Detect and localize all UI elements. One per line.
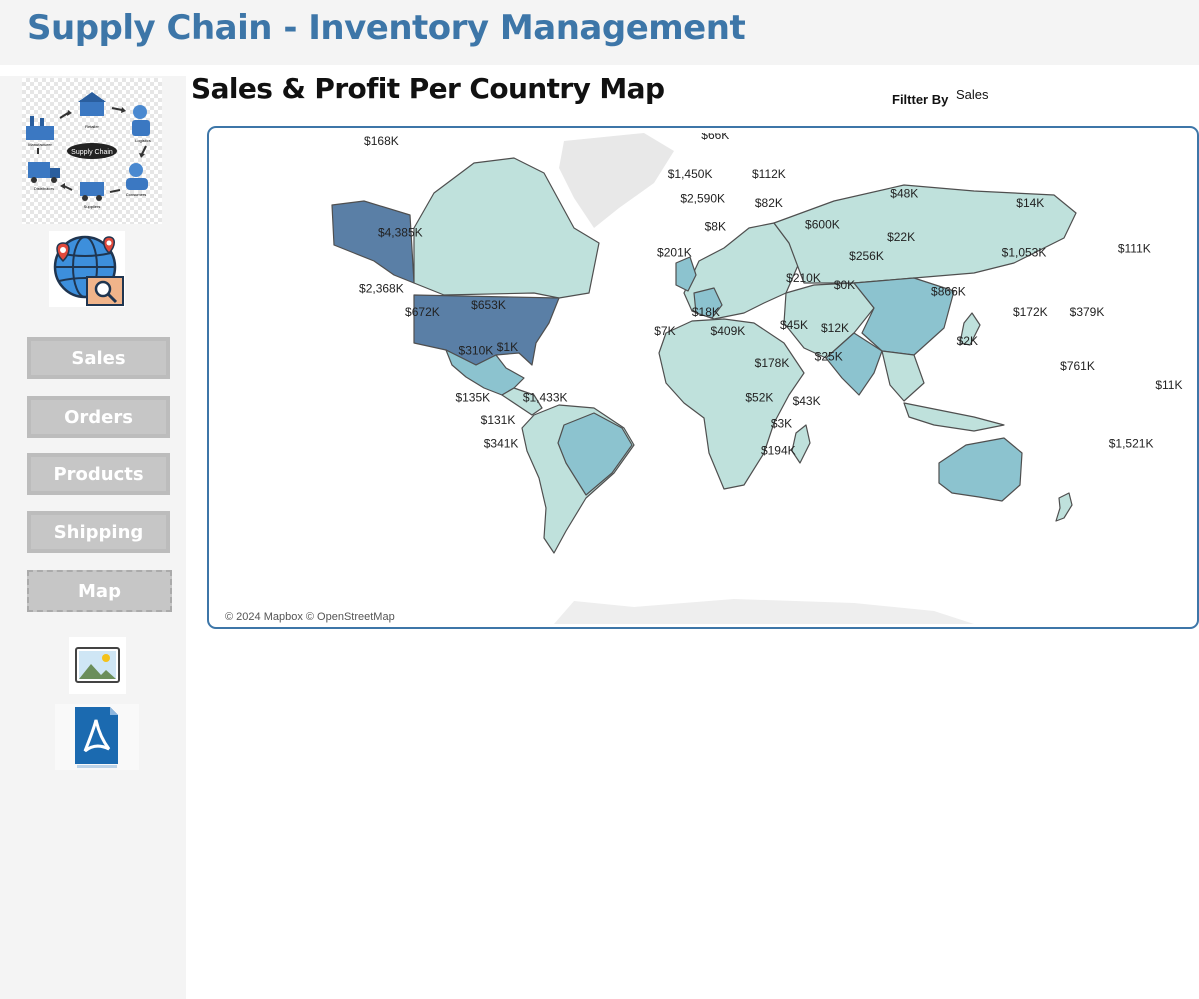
supply-chain-logo: Supply Chain Retailer Logistics Consumer… [22,78,162,224]
header-bar: Supply Chain - Inventory Management [0,0,1199,65]
map-value-label: $4,385K [378,226,423,240]
map-value-label: $111K [1118,242,1151,256]
map-value-label: $1,053K [1002,245,1047,259]
filter-label: Filtter By [892,92,949,107]
logo-node-manufacturer: Manufacturer [28,142,52,147]
map-value-label: $22K [887,230,915,244]
map-value-label: $14K [1016,196,1044,210]
export-image-icon[interactable] [69,637,126,694]
logo-center-label: Supply Chain [71,149,113,156]
nav-button-map[interactable]: Map [27,570,172,612]
map-value-label: $172K [1013,305,1048,319]
map-value-label: $66K [701,133,729,142]
map-value-label: $112K [752,167,786,181]
sales-profit-map[interactable]: $168K $4,385K $2,368K $672K $653K $310K $1K $1,… [207,126,1199,629]
map-value-label: $131K [481,413,516,427]
map-value-label: $12K [821,321,849,335]
map-value-label: $178K [755,356,790,370]
map-value-label: $0K [834,278,855,292]
map-value-label: $82K [755,196,783,210]
map-value-label: $210K [786,271,821,285]
map-value-label: $18K [692,305,720,319]
map-value-label: $409K [711,324,746,338]
map-value-label: $52K [745,391,773,405]
app-title: Supply Chain - Inventory Management [27,8,746,48]
globe-search-icon [49,231,125,307]
logo-node-distributors: Distributors [34,186,54,191]
map-value-label: $256K [849,249,884,263]
map-value-label: $672K [405,305,440,319]
map-value-label: $2,368K [359,281,404,295]
map-value-label: $866K [931,285,966,299]
map-value-label: $48K [890,187,918,201]
map-value-label: $11K [1155,378,1182,392]
nav-button-products[interactable]: Products [27,453,170,495]
map-value-label: $7K [654,324,675,338]
map-value-label: $135K [455,391,490,405]
nav-button-orders[interactable]: Orders [27,396,170,438]
map-value-label: $653K [471,298,506,312]
logo-node-logistics: Logistics [135,138,151,143]
map-value-label: $2K [957,334,978,348]
map-value-label: $43K [793,394,821,408]
nav-button-sales[interactable]: Sales [27,337,170,379]
map-value-label: $1K [497,340,518,354]
map-canvas[interactable]: $168K $4,385K $2,368K $672K $653K $310K $1K $1,… [214,133,1194,624]
map-value-label: $3K [771,417,792,431]
map-value-label: $194K [761,444,796,458]
map-value-label: $1,521K [1109,437,1154,451]
map-value-label: $1,433K [523,391,568,405]
map-value-label: $310K [459,343,494,357]
map-value-label: $1,450K [668,167,713,181]
logo-node-retailer: Retailer [85,124,99,129]
map-value-label: $8K [705,220,726,234]
map-value-label: $25K [815,350,843,364]
map-value-label: $201K [657,245,692,259]
map-value-label: $168K [364,134,399,148]
export-pdf-icon[interactable] [55,704,139,770]
section-title: Sales & Profit Per Country Map [191,72,665,105]
map-value-label: $379K [1070,305,1105,319]
map-value-label: $341K [484,437,519,451]
logo-node-suppliers: Suppliers [84,204,101,209]
filter-value[interactable]: Sales [956,87,989,102]
logo-node-consumers: Consumers [126,192,146,197]
nav-button-shipping[interactable]: Shipping [27,511,170,553]
map-value-label: $600K [805,218,840,232]
map-attribution: © 2024 Mapbox © OpenStreetMap [222,611,398,623]
sidebar: Supply Chain Retailer Logistics Consumer… [0,76,186,999]
map-value-label: $45K [780,318,808,332]
map-value-label: $761K [1060,359,1095,373]
map-value-label: $2,590K [680,191,725,205]
